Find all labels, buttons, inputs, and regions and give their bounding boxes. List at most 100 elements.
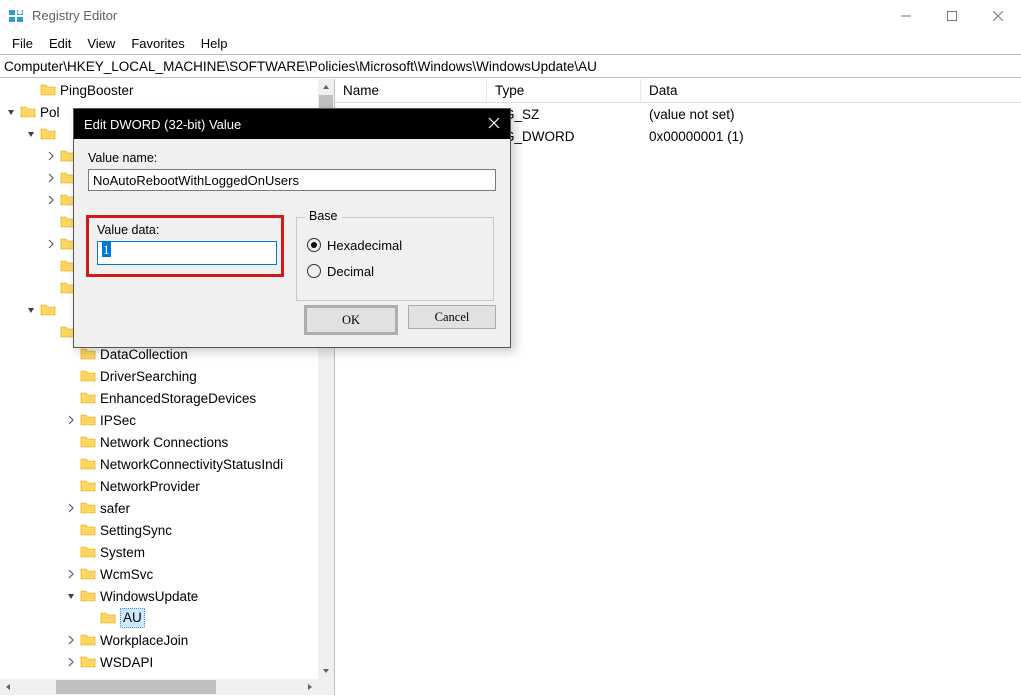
tree-item[interactable]: Network Connections (0, 431, 318, 453)
folder-icon (80, 522, 96, 538)
address-bar[interactable]: Computer\HKEY_LOCAL_MACHINE\SOFTWARE\Pol… (0, 54, 1021, 78)
folder-icon (40, 82, 56, 98)
chevron-down-icon[interactable] (64, 591, 78, 601)
radio-checked-icon (307, 238, 321, 252)
tree-item-label: SettingSync (100, 523, 172, 538)
tree-item-label: DataCollection (100, 347, 188, 362)
cancel-button[interactable]: Cancel (408, 305, 496, 329)
scroll-down-icon[interactable] (318, 663, 334, 679)
regedit-icon (8, 8, 24, 24)
tree-item[interactable]: NetworkProvider (0, 475, 318, 497)
dialog-close-button[interactable] (488, 117, 500, 132)
tree-item-label: DriverSearching (100, 369, 197, 384)
close-button[interactable] (975, 0, 1021, 32)
folder-icon (80, 434, 96, 450)
chevron-right-icon[interactable] (64, 635, 78, 645)
tree-item[interactable]: WSDAPI (0, 651, 318, 673)
tree-item-label: Network Connections (100, 435, 228, 450)
window-controls (883, 0, 1021, 32)
scroll-left-icon[interactable] (0, 679, 16, 695)
tree-item-label: NetworkProvider (100, 479, 200, 494)
folder-icon (80, 346, 96, 362)
value-name-label: Value name: (88, 151, 496, 165)
folder-icon (40, 302, 56, 318)
ok-button[interactable]: OK (304, 305, 398, 335)
chevron-right-icon[interactable] (64, 503, 78, 513)
menu-favorites[interactable]: Favorites (123, 34, 192, 53)
tree-item-label: WindowsUpdate (100, 589, 198, 604)
menu-edit[interactable]: Edit (41, 34, 79, 53)
minimize-button[interactable] (883, 0, 929, 32)
chevron-right-icon[interactable] (44, 173, 58, 183)
value-data-field[interactable]: 1 (97, 241, 277, 265)
scroll-up-icon[interactable] (318, 79, 334, 95)
scroll-track[interactable] (16, 679, 302, 695)
dialog-titlebar[interactable]: Edit DWORD (32-bit) Value (74, 109, 510, 139)
menu-view[interactable]: View (79, 34, 123, 53)
chevron-right-icon[interactable] (44, 195, 58, 205)
menu-help[interactable]: Help (193, 34, 236, 53)
tree-item[interactable]: WorkplaceJoin (0, 629, 318, 651)
folder-icon (80, 588, 96, 604)
tree-item-label: EnhancedStorageDevices (100, 391, 256, 406)
folder-icon (80, 478, 96, 494)
tree-item[interactable]: EnhancedStorageDevices (0, 387, 318, 409)
radio-decimal[interactable]: Decimal (307, 258, 483, 284)
tree-horizontal-scrollbar[interactable] (0, 679, 318, 695)
chevron-right-icon[interactable] (44, 151, 58, 161)
cell-data: 0x00000001 (1) (641, 129, 1021, 144)
tree-item[interactable]: NetworkConnectivityStatusIndi (0, 453, 318, 475)
scroll-thumb[interactable] (56, 680, 216, 694)
scroll-right-icon[interactable] (302, 679, 318, 695)
radio-dec-label: Decimal (327, 264, 374, 279)
folder-icon (80, 544, 96, 560)
chevron-right-icon[interactable] (64, 657, 78, 667)
tree-item[interactable]: System (0, 541, 318, 563)
tree-item[interactable]: SettingSync (0, 519, 318, 541)
tree-item-label: AU (120, 608, 145, 628)
tree-item-label: WcmSvc (100, 567, 153, 582)
dialog-title: Edit DWORD (32-bit) Value (84, 117, 241, 132)
tree-item-label: Pol (40, 105, 60, 120)
tree-item[interactable]: safer (0, 497, 318, 519)
value-data-group: Value data: 1 (86, 215, 284, 277)
tree-item[interactable]: AU (0, 607, 318, 629)
folder-icon (80, 412, 96, 428)
folder-icon (80, 368, 96, 384)
radio-unchecked-icon (307, 264, 321, 278)
base-legend: Base (305, 209, 342, 223)
chevron-right-icon[interactable] (44, 239, 58, 249)
col-type[interactable]: Type (487, 79, 641, 102)
tree-item-label: safer (100, 501, 130, 516)
cell-data: (value not set) (641, 107, 1021, 122)
scroll-corner (318, 679, 334, 695)
tree-item[interactable]: DriverSearching (0, 365, 318, 387)
app-title: Registry Editor (32, 8, 117, 23)
chevron-down-icon[interactable] (24, 305, 38, 315)
tree-item[interactable]: WindowsUpdate (0, 585, 318, 607)
col-name[interactable]: Name (335, 79, 487, 102)
menubar: File Edit View Favorites Help (0, 32, 1021, 54)
base-groupbox: Base Hexadecimal Decimal (296, 217, 494, 301)
chevron-down-icon[interactable] (4, 107, 18, 117)
tree-item-label: WSDAPI (100, 655, 153, 670)
tree-item[interactable]: WcmSvc (0, 563, 318, 585)
folder-icon (80, 566, 96, 582)
tree-item[interactable]: PingBooster (0, 79, 318, 101)
tree-item[interactable]: IPSec (0, 409, 318, 431)
folder-icon (100, 610, 116, 626)
list-header: Name Type Data (335, 79, 1021, 103)
col-data[interactable]: Data (641, 79, 1021, 102)
chevron-right-icon[interactable] (64, 415, 78, 425)
value-name-field[interactable] (88, 169, 496, 191)
titlebar: Registry Editor (0, 0, 1021, 32)
chevron-down-icon[interactable] (24, 129, 38, 139)
radio-hexadecimal[interactable]: Hexadecimal (307, 232, 483, 258)
tree-item-label: PingBooster (60, 83, 134, 98)
tree-item-label: IPSec (100, 413, 136, 428)
chevron-right-icon[interactable] (64, 569, 78, 579)
tree-item-label: System (100, 545, 145, 560)
menu-file[interactable]: File (4, 34, 41, 53)
tree-item-label: NetworkConnectivityStatusIndi (100, 457, 283, 472)
maximize-button[interactable] (929, 0, 975, 32)
